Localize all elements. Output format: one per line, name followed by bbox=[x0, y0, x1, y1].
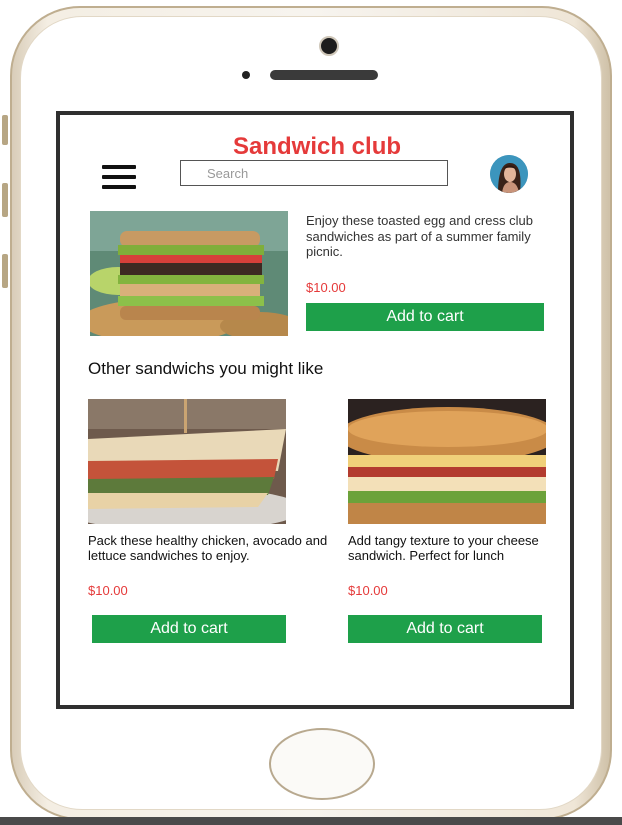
bottom-edge bbox=[0, 817, 622, 825]
volume-up-button bbox=[2, 183, 8, 217]
mute-switch bbox=[2, 115, 8, 145]
cheese-sandwich-image bbox=[348, 399, 546, 524]
featured-add-to-cart-button[interactable]: Add to cart bbox=[306, 303, 544, 331]
app-screen: Sandwich club Enjoy bbox=[56, 111, 574, 709]
app-title: Sandwich club bbox=[232, 133, 402, 160]
featured-description: Enjoy these toasted egg and cress club s… bbox=[306, 213, 533, 259]
chicken-sandwich-price: $10.00 bbox=[88, 583, 128, 598]
volume-down-button bbox=[2, 254, 8, 288]
featured-price: $10.00 bbox=[306, 280, 346, 295]
chicken-sandwich-description: Pack these healthy chicken, avocado and … bbox=[88, 533, 328, 563]
front-camera bbox=[319, 36, 339, 56]
featured-sandwich-image bbox=[90, 211, 288, 336]
cheese-sandwich-price: $10.00 bbox=[348, 583, 388, 598]
earpiece-speaker bbox=[270, 70, 378, 80]
home-button[interactable] bbox=[269, 728, 375, 800]
chicken-sandwich-image bbox=[88, 399, 286, 524]
hamburger-menu-icon[interactable] bbox=[102, 165, 136, 189]
proximity-sensor bbox=[242, 71, 250, 79]
user-avatar[interactable] bbox=[490, 155, 528, 193]
cheese-sandwich-add-to-cart-button[interactable]: Add to cart bbox=[348, 615, 542, 643]
cheese-sandwich-description: Add tangy texture to your cheese sandwic… bbox=[348, 533, 539, 563]
recommendations-heading: Other sandwichs you might like bbox=[88, 359, 324, 378]
chicken-sandwich-add-to-cart-button[interactable]: Add to cart bbox=[92, 615, 286, 643]
search-input[interactable] bbox=[180, 160, 448, 186]
